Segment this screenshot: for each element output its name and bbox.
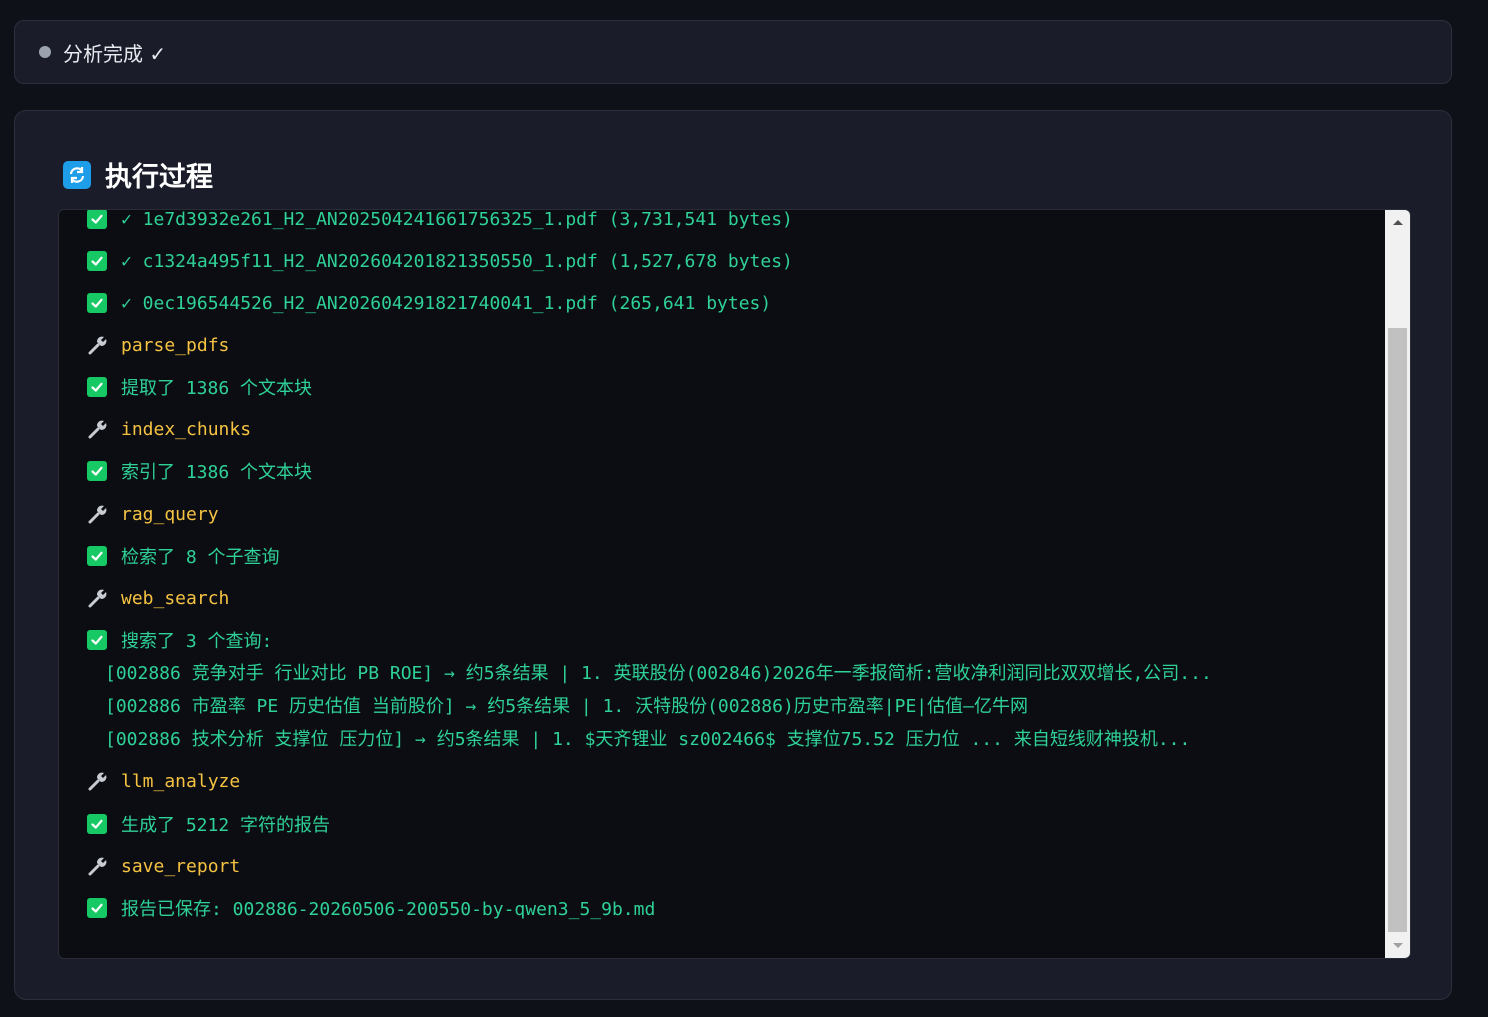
wrench-icon <box>87 770 109 792</box>
checkbox-checked-icon <box>87 210 107 229</box>
log-line-text: 报告已保存: 002886-20260506-200550-by-qwen3_5… <box>121 899 656 920</box>
log-tool-line: save_report <box>87 853 240 879</box>
scroll-down-icon[interactable] <box>1385 934 1410 958</box>
panel-title: 执行过程 <box>63 155 213 194</box>
refresh-icon <box>63 160 91 189</box>
log-line-text: ✓ 0ec196544526_H2_AN202604291821740041_1… <box>121 292 772 314</box>
log-subline: [002886 市盈率 PE 历史估值 当前股价] → 约5条结果 | 1. 沃… <box>105 696 1028 717</box>
log-check-line: 生成了 5212 字符的报告 <box>87 811 330 837</box>
checkbox-checked-icon <box>87 377 107 397</box>
panel-title-text: 执行过程 <box>105 162 213 193</box>
log-line-text: ✓ c1324a495f11_H2_AN202604201821350550_1… <box>121 250 793 272</box>
wrench-icon <box>87 503 109 525</box>
checkbox-checked-icon <box>87 251 107 271</box>
scroll-up-icon[interactable] <box>1385 210 1410 234</box>
log-line-text: parse_pdfs <box>121 334 230 356</box>
log-line-text: 检索了 8 个子查询 <box>121 547 280 568</box>
status-text: 分析完成 ✓ <box>63 41 167 66</box>
log-line-text: llm_analyze <box>121 770 241 792</box>
wrench-icon <box>87 587 109 609</box>
log-line-text: ✓ 1e7d3932e261_H2_AN202504241661756325_1… <box>121 210 793 230</box>
log-subline: [002886 技术分析 支撑位 压力位] → 约5条结果 | 1. $天齐锂业… <box>105 729 1191 750</box>
log-line-text: 搜索了 3 个查询: <box>121 631 273 652</box>
wrench-icon <box>87 418 109 440</box>
checkbox-checked-icon <box>87 293 107 313</box>
log-tool-line: parse_pdfs <box>87 332 229 358</box>
log-line-text: 生成了 5212 字符的报告 <box>121 815 331 836</box>
log-check-line: ✓ 1e7d3932e261_H2_AN202504241661756325_1… <box>87 210 793 232</box>
log-check-line: 提取了 1386 个文本块 <box>87 374 312 400</box>
log-check-line: ✓ c1324a495f11_H2_AN202604201821350550_1… <box>87 248 793 274</box>
checkbox-checked-icon <box>87 461 107 481</box>
log-tool-line: index_chunks <box>87 416 251 442</box>
status-bar: 分析完成 ✓ <box>14 20 1452 84</box>
status-dot-icon <box>39 46 51 58</box>
checkbox-checked-icon <box>87 630 107 650</box>
scrollbar[interactable] <box>1385 210 1410 958</box>
wrench-icon <box>87 334 109 356</box>
execution-panel: 执行过程 ✓ 1e7d3932e261_H2_AN202504241661756… <box>14 110 1452 1000</box>
wrench-icon <box>87 855 109 877</box>
log-tool-line: web_search <box>87 585 229 611</box>
checkbox-checked-icon <box>87 898 107 918</box>
checkbox-checked-icon <box>87 814 107 834</box>
scroll-thumb[interactable] <box>1388 328 1407 932</box>
log-line-text: index_chunks <box>121 418 252 440</box>
log-box[interactable]: ✓ 1e7d3932e261_H2_AN202504241661756325_1… <box>58 209 1411 959</box>
log-subline: [002886 竞争对手 行业对比 PB ROE] → 约5条结果 | 1. 英… <box>105 663 1212 684</box>
log-content: ✓ 1e7d3932e261_H2_AN202504241661756325_1… <box>59 210 1385 958</box>
log-check-line: ✓ 0ec196544526_H2_AN202604291821740041_1… <box>87 290 771 316</box>
log-tool-line: rag_query <box>87 501 219 527</box>
log-check-line: 报告已保存: 002886-20260506-200550-by-qwen3_5… <box>87 895 655 921</box>
log-check-line: 检索了 8 个子查询 <box>87 543 280 569</box>
log-line-text: rag_query <box>121 503 219 525</box>
log-line-text: 索引了 1386 个文本块 <box>121 462 313 483</box>
log-line-text: 提取了 1386 个文本块 <box>121 378 313 399</box>
log-line-text: web_search <box>121 587 230 609</box>
log-line-text: save_report <box>121 855 241 877</box>
checkbox-checked-icon <box>87 546 107 566</box>
log-tool-line: llm_analyze <box>87 768 240 794</box>
log-check-line: 索引了 1386 个文本块 <box>87 458 312 484</box>
log-check-line: 搜索了 3 个查询: <box>87 627 272 653</box>
